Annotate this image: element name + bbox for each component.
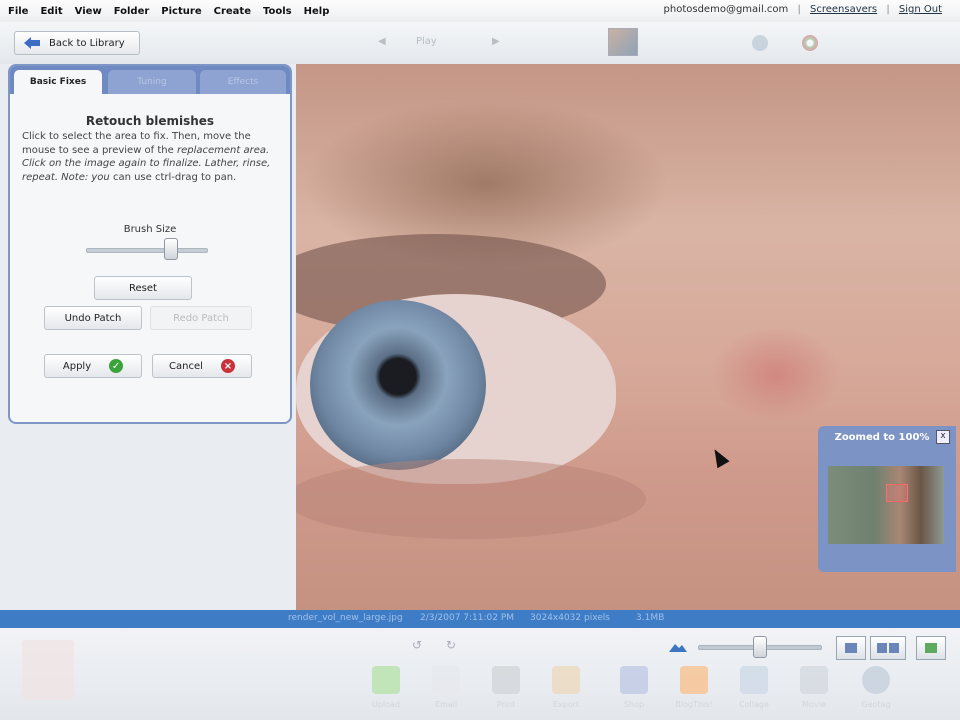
reset-button[interactable]: Reset xyxy=(94,276,192,300)
status-filename: render_vol_new_large.jpg xyxy=(288,613,403,623)
menu-picture[interactable]: Picture xyxy=(161,6,201,17)
geotag-label: Geotag xyxy=(861,700,891,709)
play-button[interactable]: Play xyxy=(416,36,437,47)
back-arrow-icon xyxy=(24,37,40,49)
status-size: 3.1MB xyxy=(636,613,665,623)
apply-label: Apply xyxy=(62,360,92,372)
current-photo-thumbnail[interactable] xyxy=(608,28,638,56)
rotate-icon[interactable] xyxy=(752,35,768,51)
menu-tools[interactable]: Tools xyxy=(263,6,292,17)
screensavers-link[interactable]: Screensavers xyxy=(810,4,877,15)
next-icon[interactable]: ▶ xyxy=(492,36,500,47)
zoom-navigator: Zoomed to 100% x xyxy=(818,426,956,572)
cancel-label: Cancel xyxy=(169,360,203,372)
navigator-title: Zoomed to 100% xyxy=(834,432,930,443)
status-dimensions: 3024x4032 pixels xyxy=(530,613,610,623)
movie-label: Movie xyxy=(802,700,826,709)
movie-icon[interactable] xyxy=(800,666,828,694)
collage-icon[interactable] xyxy=(740,666,768,694)
home-button[interactable] xyxy=(916,636,946,660)
menu-file[interactable]: File xyxy=(8,6,28,17)
toolbar: Back to Library ◀ Play ▶ xyxy=(0,22,960,65)
rotate-left-icon[interactable]: ↺ xyxy=(412,638,422,652)
account-email: photosdemo@gmail.com xyxy=(663,4,789,15)
panel-title: Retouch blemishes xyxy=(85,114,215,128)
redo-patch-button[interactable]: Redo Patch xyxy=(150,306,252,330)
desc-tail: can use ctrl-drag to pan. xyxy=(112,171,237,183)
split-view-icon xyxy=(889,643,899,653)
photo-region xyxy=(296,459,646,539)
photo-region xyxy=(310,300,486,470)
zoom-landscape-icon xyxy=(669,644,687,652)
navigator-close-icon[interactable]: x xyxy=(936,430,950,444)
menu-folder[interactable]: Folder xyxy=(114,6,150,17)
rotate-right-icon[interactable]: ↻ xyxy=(446,638,456,652)
sign-out-link[interactable]: Sign Out xyxy=(899,4,942,15)
geotag-icon[interactable] xyxy=(862,666,890,694)
split-view-icon xyxy=(877,643,887,653)
menu-bar: File Edit View Folder Picture Create Too… xyxy=(0,0,960,23)
bottom-tray: ↺ ↻ Upload Email Print Export Shop BlogT… xyxy=(0,628,960,720)
brush-size-slider[interactable] xyxy=(86,248,208,253)
edit-panel: Basic Fixes Tuning Effects Retouch blemi… xyxy=(8,64,292,424)
zoom-slider-knob[interactable] xyxy=(753,636,767,658)
main-menu: File Edit View Folder Picture Create Too… xyxy=(0,6,341,17)
print-label: Print xyxy=(496,700,516,709)
panel-description: Click to select the area to fix. Then, m… xyxy=(22,130,278,184)
shop-icon[interactable] xyxy=(620,666,648,694)
navigator-thumbnail[interactable] xyxy=(828,466,944,544)
menu-create[interactable]: Create xyxy=(214,6,251,17)
previous-icon[interactable]: ◀ xyxy=(378,36,386,47)
separator: | xyxy=(886,4,890,15)
brush-size-label: Brush Size xyxy=(123,224,177,235)
tray-selection-thumbnail[interactable] xyxy=(22,640,74,700)
print-icon[interactable] xyxy=(492,666,520,694)
tab-basic-fixes[interactable]: Basic Fixes xyxy=(14,70,102,94)
back-label: Back to Library xyxy=(49,37,125,49)
brush-size-slider-knob[interactable] xyxy=(164,238,178,260)
edit-panel-area: Basic Fixes Tuning Effects Retouch blemi… xyxy=(0,64,296,610)
undo-patch-button[interactable]: Undo Patch xyxy=(44,306,142,330)
menu-help[interactable]: Help xyxy=(304,6,330,17)
tab-tuning[interactable]: Tuning xyxy=(108,70,196,94)
blog-icon[interactable] xyxy=(680,666,708,694)
account-area: photosdemo@gmail.com | Screensavers | Si… xyxy=(664,4,942,15)
split-view-button[interactable] xyxy=(870,636,906,660)
edit-tabs: Basic Fixes Tuning Effects xyxy=(10,66,290,94)
upload-icon[interactable] xyxy=(372,666,400,694)
tab-effects[interactable]: Effects xyxy=(200,70,286,94)
email-label: Email xyxy=(434,700,458,709)
status-bar: render_vol_new_large.jpg 2/3/2007 7:11:0… xyxy=(0,610,960,628)
picasa-icon[interactable] xyxy=(802,35,818,51)
export-label: Export xyxy=(552,700,580,709)
export-icon[interactable] xyxy=(552,666,580,694)
separator: | xyxy=(797,4,801,15)
email-icon[interactable] xyxy=(432,666,460,694)
upload-label: Upload xyxy=(371,700,401,709)
menu-view[interactable]: View xyxy=(75,6,102,17)
mouse-cursor-icon xyxy=(708,445,730,469)
home-icon xyxy=(925,643,937,653)
status-date: 2/3/2007 7:11:02 PM xyxy=(420,613,515,623)
collage-label: Collage xyxy=(739,700,769,709)
shop-label: Shop xyxy=(623,700,645,709)
single-view-icon xyxy=(845,643,857,653)
checkmark-icon: ✓ xyxy=(109,359,124,373)
menu-edit[interactable]: Edit xyxy=(40,6,62,17)
cancel-button[interactable]: Cancel × xyxy=(152,354,252,378)
single-view-button[interactable] xyxy=(836,636,866,660)
cancel-x-icon: × xyxy=(220,359,235,373)
back-to-library-button[interactable]: Back to Library xyxy=(14,31,140,55)
blog-label: BlogThis! xyxy=(675,700,713,709)
apply-button[interactable]: Apply ✓ xyxy=(44,354,142,378)
navigator-viewport[interactable] xyxy=(886,484,908,502)
